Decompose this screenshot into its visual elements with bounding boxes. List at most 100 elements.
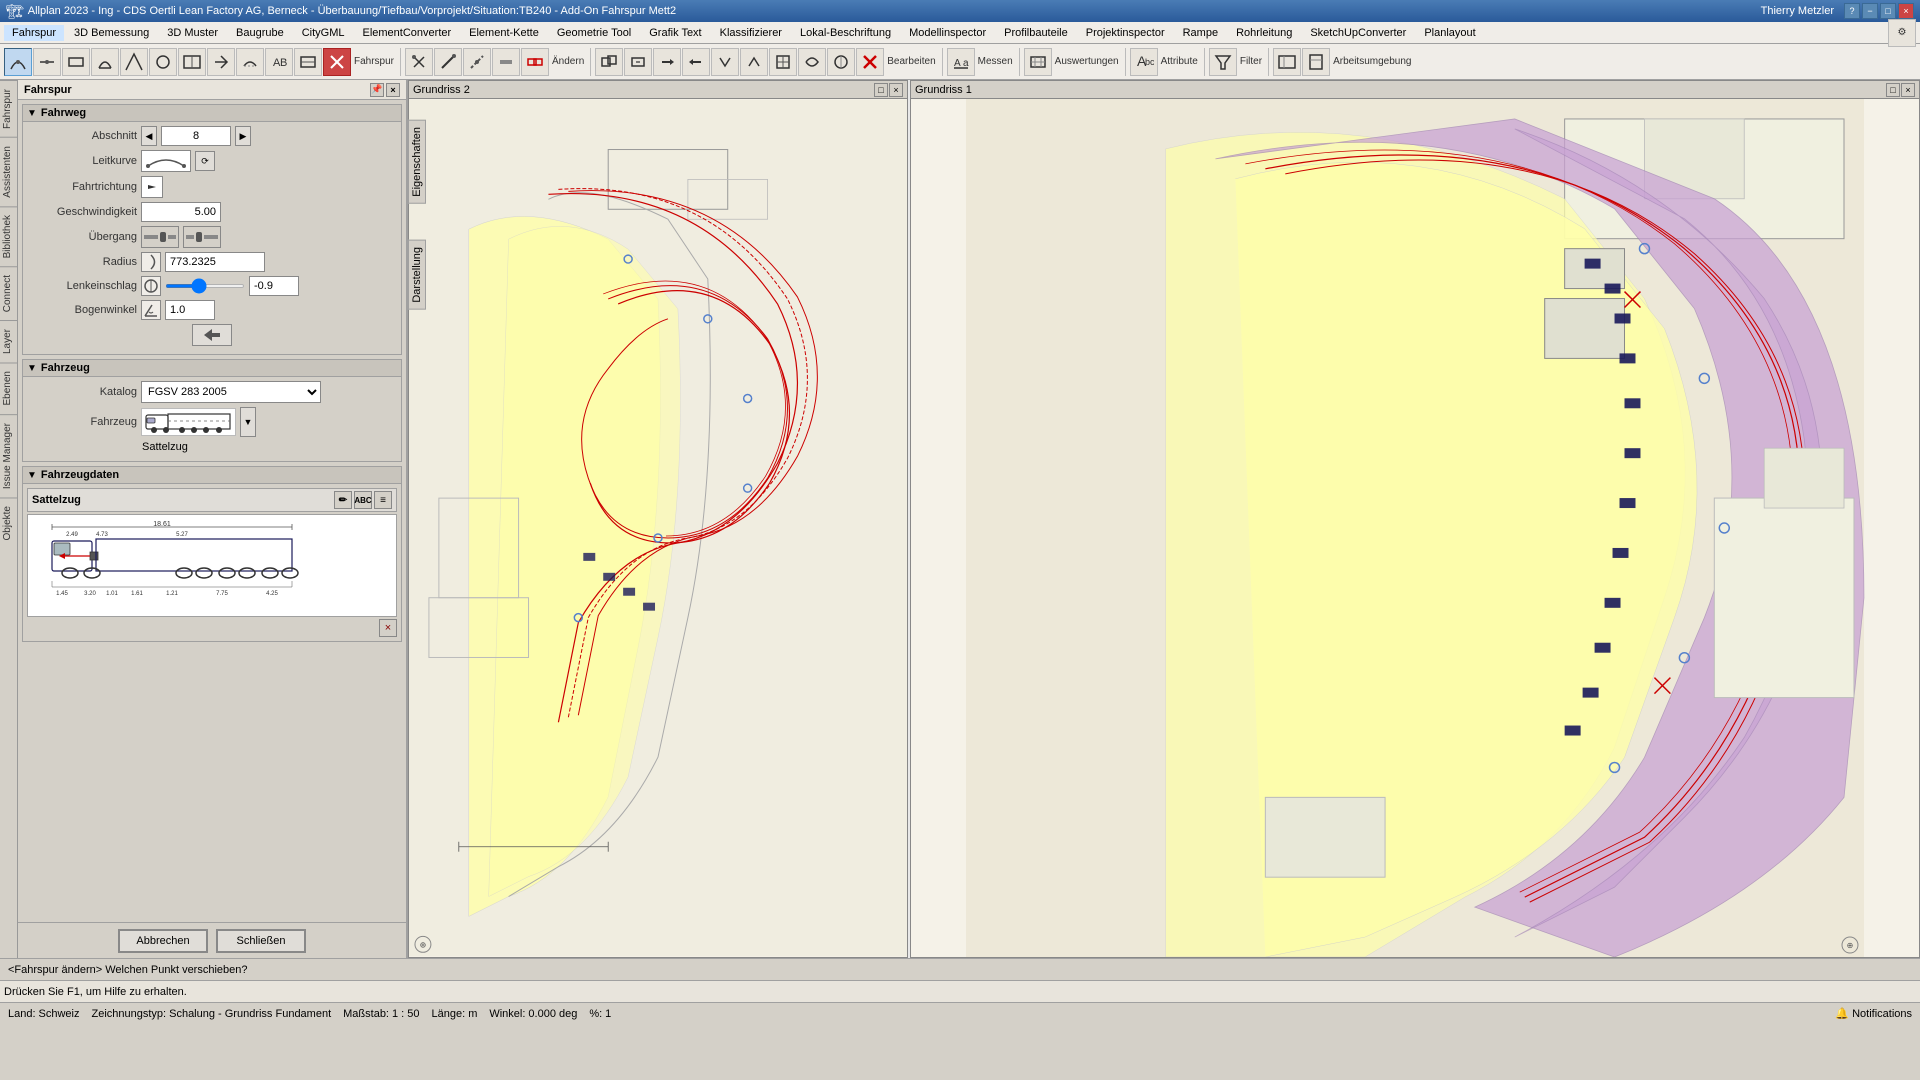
toolbar-bearbeiten7-btn[interactable] <box>769 48 797 76</box>
section-fahrzeugdaten-header[interactable]: ▼ Fahrzeugdaten <box>22 466 402 484</box>
menu-item-grafik[interactable]: Grafik Text <box>641 25 709 41</box>
toolbar-auswertungen-btn[interactable] <box>1024 48 1052 76</box>
abbrechen-btn[interactable]: Abbrechen <box>118 929 208 953</box>
toolbar-bearbeiten5-btn[interactable] <box>711 48 739 76</box>
far-left-tab-layer[interactable]: Layer <box>0 320 17 362</box>
toolbar-arbeitsumgebung-btn1[interactable] <box>1273 48 1301 76</box>
toolbar-fahrspur10-btn[interactable]: AB <box>265 48 293 76</box>
help-btn[interactable]: ? <box>1844 3 1860 19</box>
toolbar-aendern1-btn[interactable] <box>405 48 433 76</box>
lenkeinschlag-input[interactable] <box>249 276 299 296</box>
settings-gear-btn[interactable]: ⚙ <box>1888 19 1916 47</box>
fahrzeugdaten-close-btn[interactable]: × <box>379 619 397 637</box>
viewport1-maximize-btn[interactable]: □ <box>1886 83 1900 97</box>
lenkeinschlag-slider[interactable] <box>165 284 245 288</box>
viewport1-close-btn[interactable]: × <box>1901 83 1915 97</box>
toolbar-aendern5-btn[interactable] <box>521 48 549 76</box>
toolbar-messen-btn[interactable]: Aa <box>947 48 975 76</box>
toolbar-arbeitsumgebung-btn2[interactable] <box>1302 48 1330 76</box>
schliessen-btn[interactable]: Schließen <box>216 929 306 953</box>
toolbar-bearbeiten2-btn[interactable] <box>624 48 652 76</box>
toolbar-fahrspur5-btn[interactable] <box>120 48 148 76</box>
menu-item-fahrspur[interactable]: Fahrspur <box>4 25 64 41</box>
darstellung-tab[interactable]: Darstellung <box>408 240 426 310</box>
panel-pin-btn[interactable]: 📌 <box>370 83 384 97</box>
toolbar-bearbeiten9-btn[interactable] <box>827 48 855 76</box>
toolbar-bearbeiten10-btn[interactable] <box>856 48 884 76</box>
toolbar-bearbeiten1-btn[interactable] <box>595 48 623 76</box>
bogenwinkel-input[interactable] <box>165 300 215 320</box>
viewport2-canvas[interactable]: ⊕ <box>409 99 907 957</box>
toolbar-aendern2-btn[interactable] <box>434 48 462 76</box>
menu-item-planlayout[interactable]: Planlayout <box>1416 25 1483 41</box>
far-left-tab-issue[interactable]: Issue Manager <box>0 414 17 497</box>
menu-item-modellinspector[interactable]: Modellinspector <box>901 25 994 41</box>
menu-item-rampe[interactable]: Rampe <box>1175 25 1226 41</box>
toolbar-attribute-btn[interactable]: Abc <box>1130 48 1158 76</box>
fahrzeug-dropdown-btn[interactable]: ▼ <box>240 407 256 437</box>
toolbar-fahrspur4-btn[interactable] <box>91 48 119 76</box>
apply-arrow-btn[interactable] <box>192 324 232 346</box>
menu-item-klassifizierer[interactable]: Klassifizierer <box>712 25 790 41</box>
toolbar-aendern4-btn[interactable] <box>492 48 520 76</box>
toolbar-fahrspur11-btn[interactable] <box>294 48 322 76</box>
minimize-btn[interactable]: − <box>1862 3 1878 19</box>
maximize-btn[interactable]: □ <box>1880 3 1896 19</box>
toolbar-fahrspur9-btn[interactable] <box>236 48 264 76</box>
menu-item-3dmuster[interactable]: 3D Muster <box>159 25 226 41</box>
far-left-tab-bibliothek[interactable]: Bibliothek <box>0 206 17 266</box>
menu-item-profil[interactable]: Profilbauteile <box>996 25 1076 41</box>
toolbar-bearbeiten3-btn[interactable] <box>653 48 681 76</box>
toolbar-aendern3-btn[interactable] <box>463 48 491 76</box>
panel-close-btn-icon[interactable]: × <box>386 83 400 97</box>
far-left-tab-fahrspur[interactable]: Fahrspur <box>0 80 17 137</box>
section-fahrzeug-header[interactable]: ▼ Fahrzeug <box>22 359 402 377</box>
geschwindigkeit-input[interactable] <box>141 202 221 222</box>
menu-item-citygml[interactable]: CityGML <box>294 25 353 41</box>
far-left-tab-assistenten[interactable]: Assistenten <box>0 137 17 206</box>
fd-menu-icon[interactable]: ≡ <box>374 491 392 509</box>
menu-item-lokal[interactable]: Lokal-Beschriftung <box>792 25 899 41</box>
notifications-status[interactable]: 🔔 Notifications <box>1835 1007 1912 1020</box>
menu-item-3dbem[interactable]: 3D Bemessung <box>66 25 157 41</box>
abschnitt-next-btn[interactable]: ▶ <box>235 126 251 146</box>
eigenschaften-tab[interactable]: Eigenschaften <box>408 120 426 204</box>
viewport2-maximize-btn[interactable]: □ <box>874 83 888 97</box>
viewport2-close-btn[interactable]: × <box>889 83 903 97</box>
menu-item-elementkette[interactable]: Element-Kette <box>461 25 547 41</box>
uebergang-btn2[interactable] <box>183 226 221 248</box>
toolbar-filter-btn[interactable] <box>1209 48 1237 76</box>
menu-item-projektinspector[interactable]: Projektinspector <box>1078 25 1173 41</box>
close-btn-title[interactable]: × <box>1898 3 1914 19</box>
leitkurve-spin-btn[interactable]: ⟳ <box>195 151 215 171</box>
toolbar-fahrspur8-btn[interactable] <box>207 48 235 76</box>
menu-item-baugrube[interactable]: Baugrube <box>228 25 292 41</box>
toolbar-fahrspur3-btn[interactable] <box>62 48 90 76</box>
toolbar-fahrspur7-btn[interactable] <box>178 48 206 76</box>
fd-abc-icon[interactable]: ABC <box>354 491 372 509</box>
abschnitt-input[interactable] <box>161 126 231 146</box>
toolbar-fahrspur1-btn[interactable] <box>4 48 32 76</box>
toolbar-fahrspur12-btn[interactable] <box>323 48 351 76</box>
toolbar-fahrspur6-btn[interactable] <box>149 48 177 76</box>
toolbar-bearbeiten8-btn[interactable] <box>798 48 826 76</box>
uebergang-btn1[interactable] <box>141 226 179 248</box>
leitkurve-btn[interactable] <box>141 150 191 172</box>
toolbar-fahrspur2-btn[interactable] <box>33 48 61 76</box>
toolbar-bearbeiten4-btn[interactable] <box>682 48 710 76</box>
far-left-tab-connect[interactable]: Connect <box>0 266 17 320</box>
fd-edit-icon[interactable]: ✏ <box>334 491 352 509</box>
katalog-select[interactable]: FGSV 283 2005 SN 640 273a RASt 06 <box>141 381 321 403</box>
menu-item-sketchup[interactable]: SketchUpConverter <box>1302 25 1414 41</box>
abschnitt-prev-btn[interactable]: ◀ <box>141 126 157 146</box>
menu-item-elementconverter[interactable]: ElementConverter <box>355 25 460 41</box>
menu-item-geometrie[interactable]: Geometrie Tool <box>549 25 639 41</box>
far-left-tab-objekte[interactable]: Objekte <box>0 497 17 548</box>
far-left-tab-ebenen[interactable]: Ebenen <box>0 362 17 413</box>
toolbar-bearbeiten6-btn[interactable] <box>740 48 768 76</box>
section-fahrweg-header[interactable]: ▼ Fahrweg <box>22 104 402 122</box>
fahrtrichtung-btn[interactable] <box>141 176 163 198</box>
radius-input[interactable] <box>165 252 265 272</box>
viewport1-canvas[interactable]: ⊕ <box>911 99 1919 957</box>
menu-item-rohrleitung[interactable]: Rohrleitung <box>1228 25 1300 41</box>
